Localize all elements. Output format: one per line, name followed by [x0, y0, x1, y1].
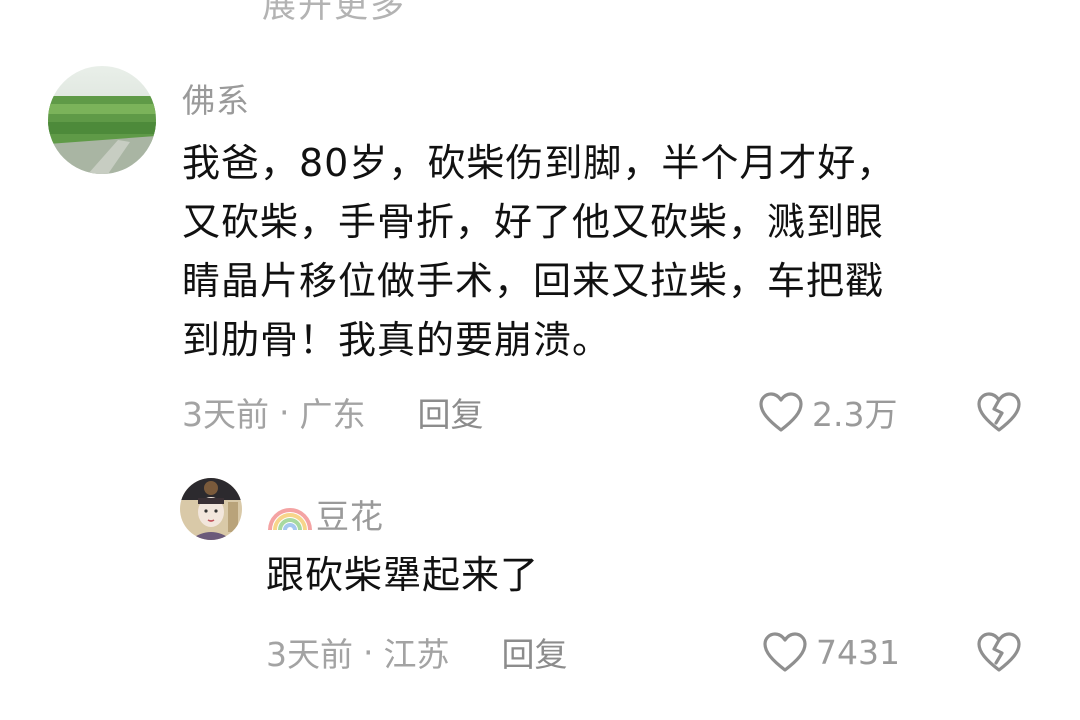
broken-heart-icon	[976, 391, 1022, 433]
comment-text: 跟砍柴犟起来了	[266, 546, 539, 605]
timestamp: 3天前	[182, 395, 269, 434]
comment-meta: 3天前 · 广东 回复	[182, 388, 484, 436]
comment-meta: 3天前 · 江苏 回复	[266, 628, 568, 676]
location: 广东	[299, 395, 366, 434]
heart-outline-icon	[758, 391, 804, 433]
comment-line: 睛晶片移位做手术，回来又拉柴，车把戳	[182, 259, 885, 303]
broken-heart-icon	[976, 631, 1022, 673]
dislike-button[interactable]	[976, 631, 1022, 673]
like-button[interactable]: 2.3万	[758, 390, 897, 434]
comment-thread: 展开更多 佛系 我爸，80岁，砍柴伤到脚，半个月才好， 又砍柴，手骨折，好了他又…	[0, 0, 1080, 720]
location: 江苏	[383, 635, 450, 674]
username[interactable]: 佛系	[182, 74, 250, 122]
expand-more-link[interactable]: 展开更多	[262, 0, 406, 27]
separator-dot: ·	[279, 392, 290, 432]
comment-line: 到肋骨！我真的要崩溃。	[182, 318, 612, 362]
like-button[interactable]: 7431	[762, 630, 900, 674]
comment-line: 我爸，80岁，砍柴伤到脚，半个月才好，	[182, 141, 896, 185]
like-count: 7431	[816, 632, 900, 672]
avatar[interactable]	[180, 478, 242, 540]
username[interactable]: 豆花	[316, 490, 384, 538]
comment-line: 跟砍柴犟起来了	[266, 553, 540, 597]
timestamp: 3天前	[266, 635, 353, 674]
separator-dot: ·	[363, 632, 374, 672]
comment-line: 又砍柴，手骨折，好了他又砍柴，溅到眼	[182, 200, 885, 244]
comment-text: 我爸，80岁，砍柴伤到脚，半个月才好， 又砍柴，手骨折，好了他又砍柴，溅到眼 睛…	[182, 134, 895, 370]
reply-button[interactable]: 回复	[502, 628, 568, 676]
heart-outline-icon	[762, 631, 808, 673]
avatar[interactable]	[48, 66, 156, 174]
dislike-button[interactable]	[976, 391, 1022, 433]
reply-button[interactable]: 回复	[418, 388, 484, 436]
like-count: 2.3万	[812, 395, 898, 434]
rainbow-icon	[266, 492, 312, 536]
